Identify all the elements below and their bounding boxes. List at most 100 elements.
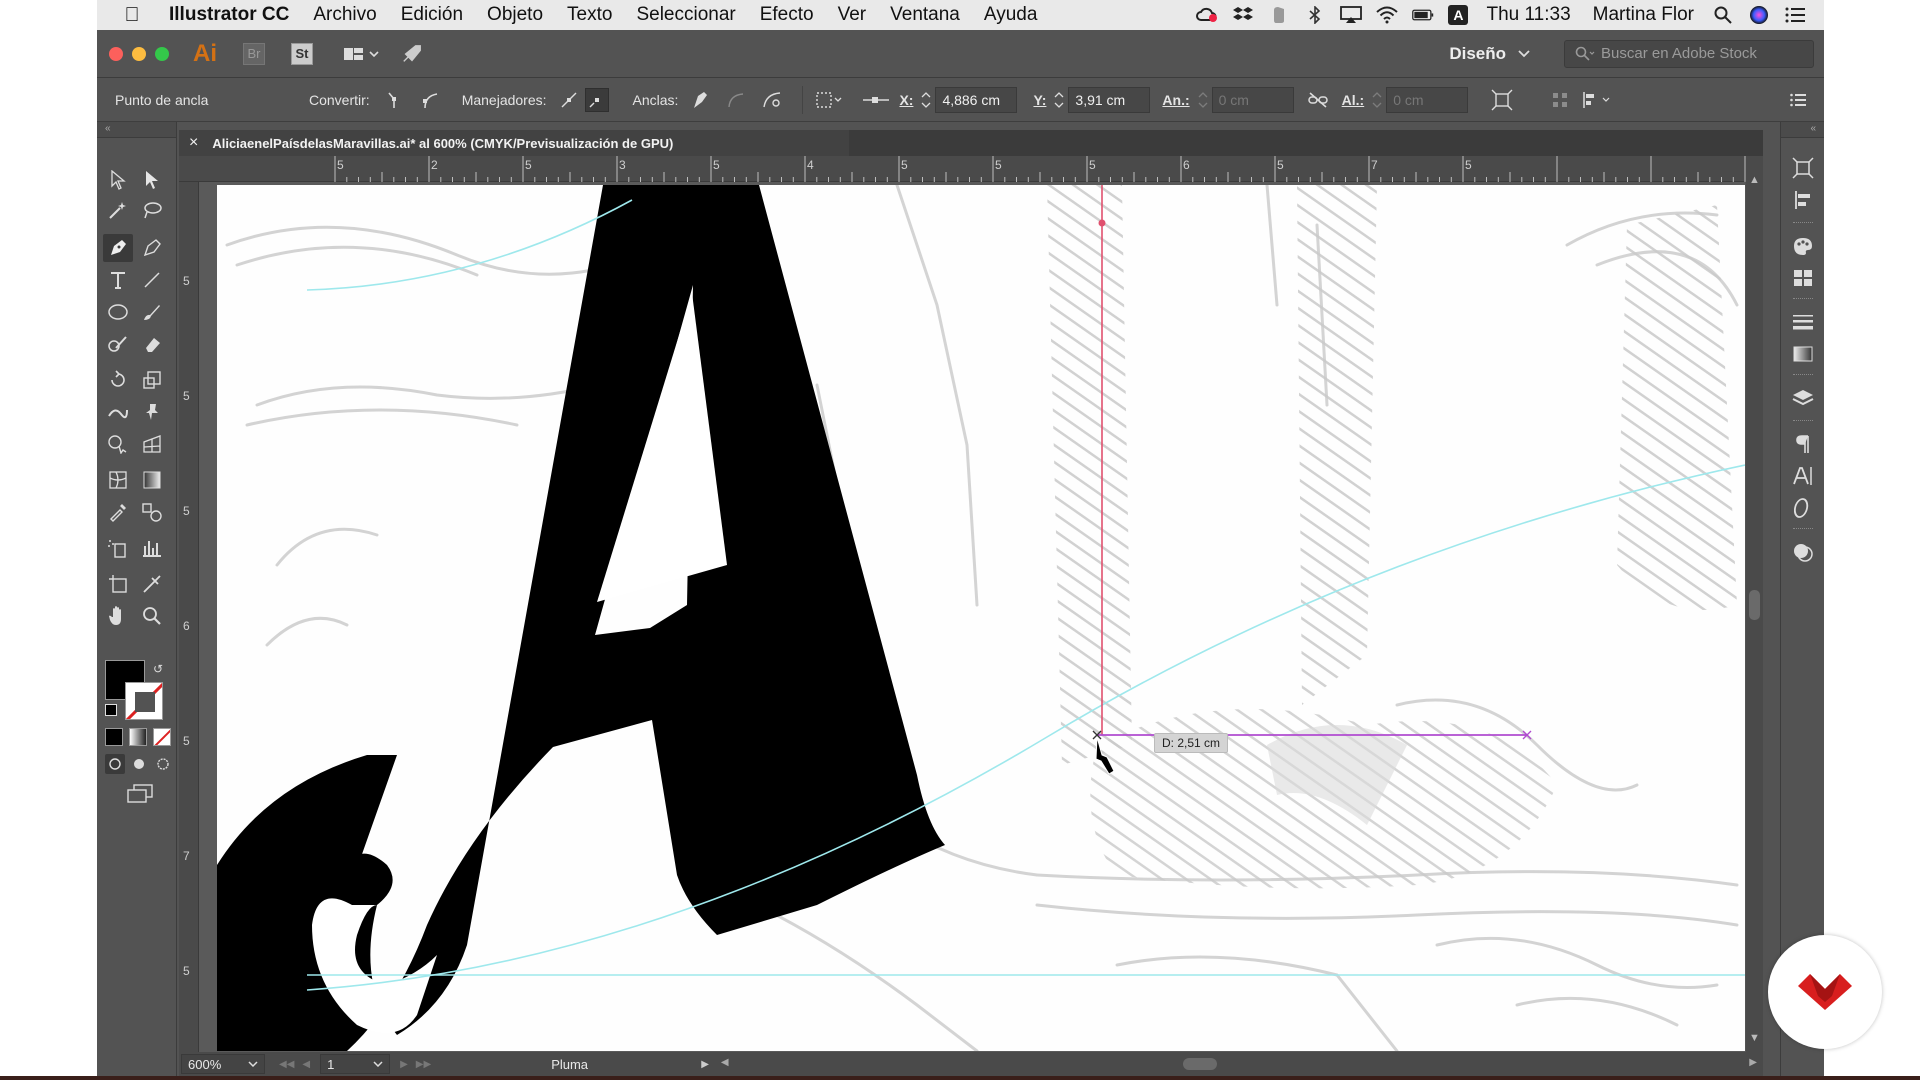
close-document-icon[interactable]: × <box>189 134 198 152</box>
horizontal-scrollbar[interactable]: ◀ ▶ <box>718 1056 1763 1072</box>
opentype-panel-icon[interactable] <box>1789 494 1817 522</box>
hide-handles-icon[interactable] <box>584 87 609 112</box>
screen-mode-icon[interactable] <box>125 782 155 806</box>
status-menu-arrow-icon[interactable]: ▶ <box>701 1059 709 1070</box>
panel-group-grip-4[interactable] <box>1793 420 1813 423</box>
menu-app-name[interactable]: Illustrator CC <box>157 4 301 26</box>
ellipse-tool-icon[interactable] <box>103 298 133 326</box>
menu-seleccionar[interactable]: Seleccionar <box>624 4 747 26</box>
show-handles-icon[interactable] <box>557 88 581 112</box>
gradient-tool-icon[interactable] <box>137 466 167 494</box>
horizontal-ruler[interactable]: 5 2 5 3 5 4 5 5 5 6 5 7 5 <box>179 156 1763 182</box>
type-tool-icon[interactable] <box>103 266 133 294</box>
perspective-grid-tool-icon[interactable] <box>137 430 167 458</box>
artboard-canvas[interactable]: D: 2,51 cm <box>217 185 1745 1051</box>
stroke-swatch[interactable] <box>125 682 163 720</box>
connect-endpoints-icon[interactable] <box>724 88 748 112</box>
next-artboard-icon[interactable]: ▶ <box>400 1059 408 1070</box>
x-coordinate-field[interactable]: 4,886 cm <box>935 86 1018 113</box>
puppet-warp-tool-icon[interactable] <box>137 398 167 426</box>
control-panel-menu-icon[interactable] <box>1786 88 1810 112</box>
arrange-documents-icon[interactable] <box>341 43 381 65</box>
color-mode-icon[interactable] <box>105 728 123 746</box>
panel-group-grip-2[interactable] <box>1793 298 1813 301</box>
creative-cloud-icon[interactable] <box>1196 6 1218 24</box>
artboard-dropdown[interactable]: 1 <box>320 1054 391 1074</box>
transparency-panel-icon[interactable] <box>1789 538 1817 566</box>
scroll-down-icon[interactable]: ▼ <box>1749 1032 1760 1044</box>
stroke-panel-icon[interactable] <box>1789 308 1817 336</box>
convert-to-smooth-icon[interactable] <box>418 88 442 112</box>
zoom-window-button[interactable] <box>155 46 169 61</box>
gradient-panel-icon[interactable] <box>1789 340 1817 368</box>
workspace-switcher[interactable]: Diseño <box>1449 44 1530 64</box>
paragraph-panel-icon[interactable] <box>1789 430 1817 458</box>
draw-behind-icon[interactable] <box>129 754 149 774</box>
apple-icon[interactable]:  <box>107 4 157 27</box>
vertical-scrollbar[interactable]: ▲ ▼ <box>1746 170 1763 1052</box>
minimize-window-button[interactable] <box>132 46 146 61</box>
x-stepper-icon[interactable] <box>919 88 933 112</box>
direct-selection-tool-icon[interactable] <box>137 166 167 194</box>
rotate-tool-icon[interactable] <box>103 366 133 394</box>
character-panel-icon[interactable] <box>1789 462 1817 490</box>
symbol-sprayer-tool-icon[interactable] <box>103 534 133 562</box>
dropbox-icon[interactable] <box>1232 6 1254 24</box>
line-segment-tool-icon[interactable] <box>137 266 167 294</box>
transform-panel-icon[interactable] <box>1789 154 1817 182</box>
y-coordinate-field[interactable]: 3,91 cm <box>1068 86 1151 113</box>
mesh-tool-icon[interactable] <box>103 466 133 494</box>
menu-ver[interactable]: Ver <box>826 4 879 26</box>
menu-objeto[interactable]: Objeto <box>475 4 555 26</box>
menu-user[interactable]: Martina Flor <box>1589 4 1698 26</box>
shape-builder-tool-icon[interactable] <box>103 430 133 458</box>
scroll-up-icon[interactable]: ▲ <box>1749 174 1760 186</box>
menu-efecto[interactable]: Efecto <box>748 4 826 26</box>
layers-panel-icon[interactable] <box>1789 384 1817 412</box>
gradient-mode-icon[interactable] <box>129 728 147 746</box>
transform-icon[interactable] <box>1490 88 1514 112</box>
convert-to-corner-icon[interactable] <box>382 88 406 112</box>
scroll-thumb[interactable] <box>1749 590 1760 620</box>
previous-artboard-icon[interactable]: ◀ <box>302 1059 310 1070</box>
bluetooth-icon[interactable] <box>1304 6 1326 24</box>
wifi-icon[interactable] <box>1376 6 1399 24</box>
vertical-ruler[interactable]: 5 5 5 6 5 7 5 <box>179 182 199 1052</box>
isolate-object-icon[interactable] <box>813 88 847 112</box>
pen-tool-icon[interactable] <box>103 234 133 262</box>
shaper-tool-icon[interactable] <box>103 330 133 358</box>
notification-center-icon[interactable] <box>1784 6 1806 24</box>
eraser-tool-icon[interactable] <box>137 330 167 358</box>
close-window-button[interactable] <box>109 46 123 61</box>
stock-search-input[interactable]: Buscar en Adobe Stock <box>1564 39 1814 68</box>
menu-texto[interactable]: Texto <box>555 4 624 26</box>
gpu-performance-icon[interactable] <box>401 43 423 65</box>
scroll-right-icon[interactable]: ▶ <box>1749 1057 1757 1068</box>
swap-fill-stroke-icon[interactable]: ↺ <box>153 662 163 676</box>
zoom-tool-icon[interactable] <box>137 602 167 630</box>
width-stepper-icon[interactable] <box>1196 88 1210 112</box>
airplay-icon[interactable] <box>1340 6 1363 24</box>
swatches-panel-icon[interactable] <box>1789 264 1817 292</box>
document-tab[interactable]: × AliciaenelPaísdelasMaravillas.ai* al 6… <box>179 130 849 156</box>
draw-inside-icon[interactable] <box>153 754 173 774</box>
battery-icon[interactable] <box>1412 6 1434 24</box>
draw-normal-icon[interactable] <box>105 754 125 774</box>
remove-anchor-icon[interactable] <box>688 88 712 112</box>
menu-edicion[interactable]: Edición <box>389 4 475 26</box>
column-graph-tool-icon[interactable] <box>137 534 167 562</box>
constrain-proportions-icon[interactable] <box>1306 88 1330 112</box>
align-anchor-icon[interactable] <box>861 88 891 112</box>
height-field[interactable]: 0 cm <box>1386 86 1469 113</box>
color-panel-icon[interactable] <box>1789 232 1817 260</box>
align-options-icon[interactable] <box>1548 88 1572 112</box>
width-field[interactable]: 0 cm <box>1211 86 1294 113</box>
spotlight-search-icon[interactable] <box>1712 6 1734 24</box>
y-stepper-icon[interactable] <box>1052 88 1066 112</box>
blend-tool-icon[interactable] <box>137 498 167 526</box>
align-panel-icon[interactable] <box>1789 186 1817 214</box>
scroll-left-icon[interactable]: ◀ <box>721 1057 729 1068</box>
curvature-tool-icon[interactable] <box>137 234 167 262</box>
scale-tool-icon[interactable] <box>137 366 167 394</box>
last-artboard-icon[interactable]: ▶▶ <box>416 1059 431 1070</box>
